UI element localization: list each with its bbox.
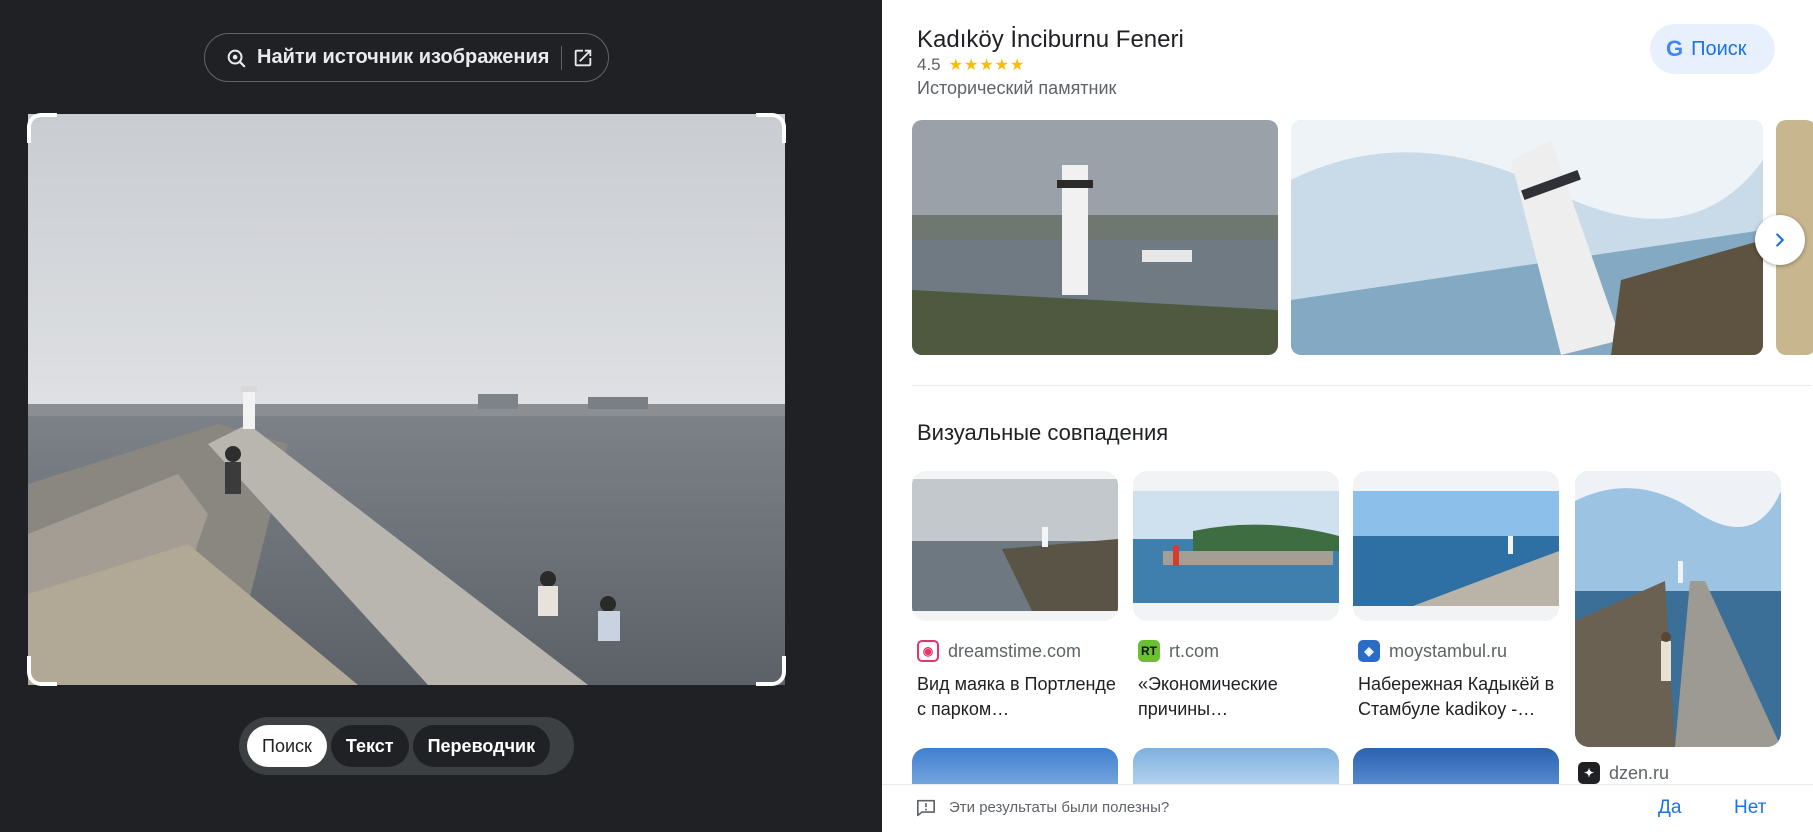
moystambul-favicon-icon: ◈: [1358, 640, 1380, 662]
source-label: dzen.ru: [1609, 762, 1670, 783]
open-in-new-icon[interactable]: [572, 47, 594, 69]
place-photo-2[interactable]: [1291, 120, 1763, 355]
place-title[interactable]: Kadıköy İnciburnu Feneri: [917, 26, 1184, 54]
selected-image-crop-area[interactable]: [27, 113, 786, 686]
dreamstime-favicon-icon: ◉: [917, 640, 939, 662]
visual-match-image-5[interactable]: [912, 748, 1118, 788]
source-label: dreamstime.com: [948, 640, 1082, 661]
search-button-label: Поиск: [1691, 37, 1747, 60]
visual-match-source-3[interactable]: ◈ moystambul.ru: [1358, 640, 1507, 662]
mode-translate-button[interactable]: Переводчик: [412, 725, 551, 767]
lens-search-icon: [227, 49, 246, 67]
place-photo-1[interactable]: [912, 120, 1278, 355]
visual-match-source-4[interactable]: ✦ dzen.ru: [1578, 762, 1669, 784]
source-label: moystambul.ru: [1389, 640, 1508, 661]
rt-favicon-icon: RT: [1138, 640, 1160, 662]
chevron-right-icon[interactable]: [1755, 215, 1805, 265]
visual-match-source-2[interactable]: RT rt.com: [1138, 640, 1219, 662]
feedback-yes-button[interactable]: Да: [1658, 797, 1681, 819]
results-panel: Kadıköy İnciburnu Feneri 4.5 ★★★★★ Истор…: [882, 0, 1813, 832]
visual-match-image-7[interactable]: [1353, 748, 1559, 788]
rating-stars-icon: ★★★★★: [948, 57, 1026, 74]
visual-match-image-1[interactable]: [912, 471, 1118, 621]
find-source-label: Найти источник изображения: [257, 46, 550, 68]
dzen-favicon-icon: ✦: [1578, 762, 1600, 784]
crop-handle-bottom-right[interactable]: [756, 656, 786, 686]
source-label: rt.com: [1169, 640, 1220, 661]
query-photo: [28, 114, 785, 685]
visual-matches-heading: Визуальные совпадения: [917, 420, 1169, 445]
visual-match-image-4[interactable]: [1575, 471, 1781, 747]
feedback-question: Эти результаты были полезны?: [949, 799, 1170, 816]
feedback-no-button[interactable]: Нет: [1734, 797, 1766, 819]
rating-value: 4.5: [917, 55, 941, 74]
visual-match-source-1[interactable]: ◉ dreamstime.com: [917, 640, 1081, 662]
lens-image-panel: Найти источник изображения Поиск Текст П…: [0, 0, 882, 832]
divider: [561, 45, 563, 70]
mode-text-button[interactable]: Текст: [330, 725, 409, 767]
crop-handle-bottom-left[interactable]: [27, 656, 57, 686]
google-logo-icon: G: [1666, 36, 1684, 61]
crop-handle-top-left[interactable]: [27, 113, 57, 143]
mode-search-button[interactable]: Поиск: [247, 725, 327, 767]
feedback-icon: [916, 799, 935, 817]
visual-match-image-3[interactable]: [1353, 471, 1559, 621]
crop-handle-top-right[interactable]: [756, 113, 786, 143]
visual-match-caption-1[interactable]: Вид маяка в Портленде с парком…: [917, 672, 1117, 722]
feedback-bar: Эти результаты были полезны? Да Нет: [882, 784, 1813, 832]
place-rating: 4.5 ★★★★★: [917, 55, 1025, 75]
visual-match-image-2[interactable]: [1133, 471, 1339, 621]
google-search-button[interactable]: G Поиск: [1650, 24, 1775, 74]
visual-match-caption-2[interactable]: «Экономические причины…: [1138, 672, 1338, 722]
find-image-source-button[interactable]: Найти источник изображения: [204, 33, 609, 82]
visual-match-caption-3[interactable]: Набережная Кадыкёй в Стамбуле kadikoy -…: [1358, 672, 1558, 722]
section-divider: [912, 385, 1812, 386]
visual-match-image-6[interactable]: [1133, 748, 1339, 788]
place-type: Исторический памятник: [917, 78, 1117, 98]
lens-mode-switcher: Поиск Текст Переводчик: [239, 717, 574, 775]
